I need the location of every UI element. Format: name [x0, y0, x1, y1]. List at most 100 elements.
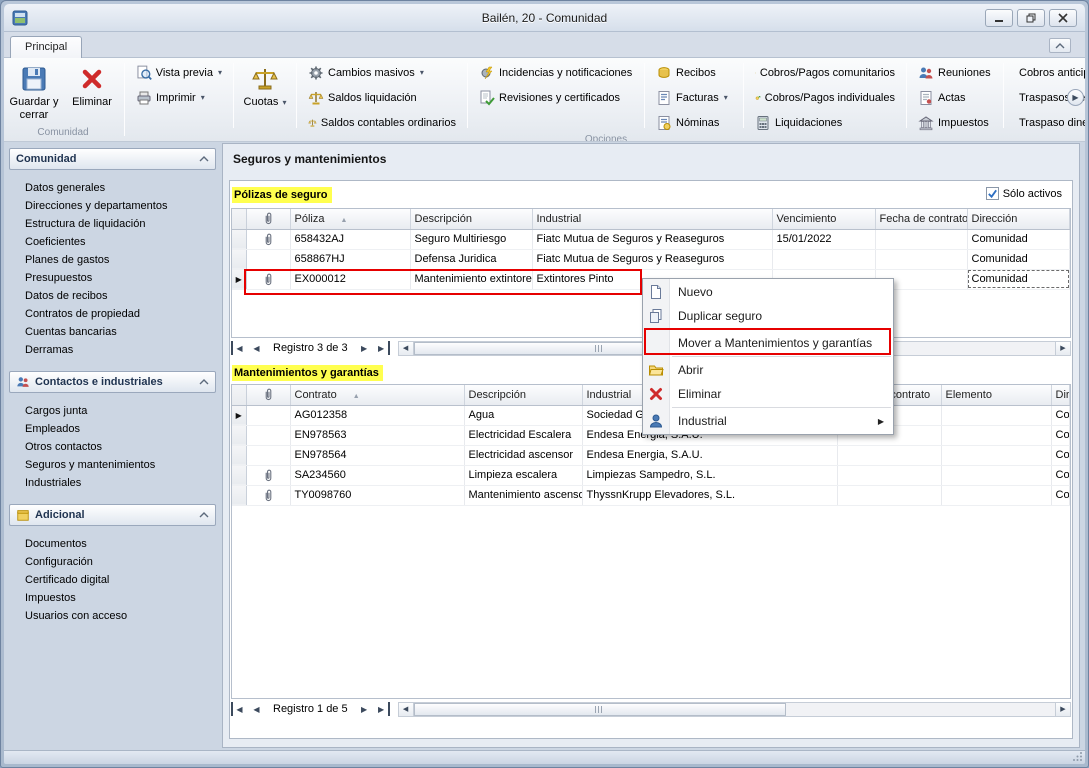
previous-record-button[interactable]: ◀: [248, 341, 265, 355]
previous-record-button[interactable]: ◀: [248, 702, 265, 716]
sidebar-item-usuarios-acceso[interactable]: Usuarios con acceso: [9, 607, 216, 625]
sidebar-section-contactos[interactable]: Contactos e industriales: [9, 371, 216, 393]
recibos-button[interactable]: Recibos: [651, 62, 737, 83]
scrollbar-thumb[interactable]: [414, 703, 786, 716]
save-close-button[interactable]: Guardar y cerrar: [6, 61, 62, 123]
sidebar-item-cuentas-bancarias[interactable]: Cuentas bancarias: [9, 323, 216, 341]
table-row[interactable]: 658867HJ Defensa Juridica Fiatc Mutua de…: [232, 249, 1070, 269]
incidencias-button[interactable]: Incidencias y notificaciones: [474, 62, 638, 83]
menu-item-eliminar[interactable]: Eliminar: [643, 382, 893, 406]
gear-icon: [308, 65, 324, 81]
column-header-elemento[interactable]: Elemento: [941, 385, 1051, 405]
scroll-right-button[interactable]: ▶: [1055, 703, 1070, 716]
sidebar-item-direcciones[interactable]: Direcciones y departamentos: [9, 197, 216, 215]
minimize-icon: [994, 13, 1004, 23]
menu-item-duplicar-seguro[interactable]: Duplicar seguro: [643, 304, 893, 328]
sidebar-item-contratos-propiedad[interactable]: Contratos de propiedad: [9, 305, 216, 323]
liquidaciones-button[interactable]: Liquidaciones: [750, 112, 900, 133]
scroll-right-button[interactable]: ▶: [1055, 342, 1070, 355]
sidebar-item-derramas[interactable]: Derramas: [9, 341, 216, 359]
actas-button[interactable]: Actas: [913, 87, 997, 108]
attachment-cell: [246, 465, 290, 485]
sidebar-item-planes-gastos[interactable]: Planes de gastos: [9, 251, 216, 269]
ribbon-overflow-button[interactable]: ▶: [1067, 89, 1084, 106]
column-header-direccion[interactable]: Dirección: [967, 209, 1070, 229]
column-header-descripcion[interactable]: Descripción: [464, 385, 582, 405]
sidebar-item-seguros-mantenimientos[interactable]: Seguros y mantenimientos: [9, 456, 216, 474]
scroll-left-button[interactable]: ◀: [399, 703, 414, 716]
cell-poliza: 658867HJ: [290, 249, 410, 269]
restore-button[interactable]: [1017, 9, 1045, 27]
menu-item-abrir[interactable]: Abrir: [643, 358, 893, 382]
facturas-button[interactable]: Facturas ▾: [651, 87, 737, 108]
menu-item-nuevo[interactable]: Nuevo: [643, 280, 893, 304]
column-header-industrial[interactable]: Industrial: [532, 209, 772, 229]
impuestos-button[interactable]: Impuestos: [913, 112, 997, 133]
resize-grip-icon[interactable]: [1072, 751, 1083, 762]
horizontal-scrollbar[interactable]: ◀ ▶: [398, 702, 1071, 717]
preview-button[interactable]: Vista previa ▾: [131, 62, 227, 83]
column-header-poliza[interactable]: Póliza▲: [290, 209, 410, 229]
print-button[interactable]: Imprimir ▾: [131, 87, 227, 108]
solo-activos-checkbox[interactable]: Sólo activos: [986, 187, 1062, 200]
close-button[interactable]: [1049, 9, 1077, 27]
sidebar-item-coeficientes[interactable]: Coeficientes: [9, 233, 216, 251]
sidebar-item-empleados[interactable]: Empleados: [9, 420, 216, 438]
first-record-button[interactable]: ◀: [231, 702, 246, 716]
menu-separator: [672, 356, 891, 357]
column-header-direccion[interactable]: Dirección: [1051, 385, 1070, 405]
sidebar-item-impuestos[interactable]: Impuestos: [9, 589, 216, 607]
sidebar-item-certificado-digital[interactable]: Certificado digital: [9, 571, 216, 589]
column-header-vencimiento[interactable]: Vencimiento: [772, 209, 875, 229]
table-row[interactable]: 658432AJ Seguro Multiriesgo Fiatc Mutua …: [232, 229, 1070, 249]
cambios-masivos-button[interactable]: Cambios masivos ▾: [303, 62, 461, 83]
collapse-ribbon-button[interactable]: [1049, 38, 1071, 53]
reuniones-button[interactable]: Reuniones: [913, 62, 997, 83]
column-header-fecha-contrato[interactable]: Fecha de contrato: [875, 209, 967, 229]
saldos-liquidacion-button[interactable]: Saldos liquidación: [303, 87, 461, 108]
delete-button[interactable]: Eliminar: [64, 61, 120, 123]
attachment-column-header[interactable]: [246, 385, 290, 405]
window-title: Bailén, 20 - Comunidad: [4, 11, 1085, 25]
tab-principal[interactable]: Principal: [10, 36, 82, 58]
sidebar-item-otros-contactos[interactable]: Otros contactos: [9, 438, 216, 456]
cuotas-button[interactable]: Cuotas ▾: [237, 61, 293, 130]
attachment-column-header[interactable]: [246, 209, 290, 229]
last-record-button[interactable]: ▶: [375, 341, 390, 355]
sidebar-item-datos-generales[interactable]: Datos generales: [9, 179, 216, 197]
saldos-contables-button[interactable]: Saldos contables ordinarios: [303, 112, 461, 133]
scrollbar-track[interactable]: [414, 703, 1055, 716]
page-title: Seguros y mantenimientos: [233, 152, 386, 166]
table-row[interactable]: TY0098760 Mantenimiento ascensor ThyssnK…: [232, 485, 1070, 505]
cobros-anticipados-button[interactable]: Cobros anticipad: [1010, 62, 1081, 83]
sidebar-item-configuracion[interactable]: Configuración: [9, 553, 216, 571]
table-row[interactable]: EN978564 Electricidad ascensor Endesa En…: [232, 445, 1070, 465]
sidebar-item-cargos-junta[interactable]: Cargos junta: [9, 402, 216, 420]
sidebar-item-presupuestos[interactable]: Presupuestos: [9, 269, 216, 287]
first-record-button[interactable]: ◀: [231, 341, 246, 355]
sidebar-item-documentos[interactable]: Documentos: [9, 535, 216, 553]
scroll-left-button[interactable]: ◀: [399, 342, 414, 355]
cobros-pagos-individuales-button[interactable]: Cobros/Pagos individuales: [750, 87, 900, 108]
minimize-button[interactable]: [985, 9, 1013, 27]
sidebar-item-datos-recibos[interactable]: Datos de recibos: [9, 287, 216, 305]
menu-item-industrial[interactable]: Industrial ▶: [643, 409, 893, 433]
sidebar-item-estructura-liquidacion[interactable]: Estructura de liquidación: [9, 215, 216, 233]
ribbon-group-comunidad: Guardar y cerrar Eliminar Comunidad: [4, 58, 122, 141]
nominas-button[interactable]: Nóminas: [651, 112, 737, 133]
ribbon-separator: [1003, 63, 1004, 128]
next-record-button[interactable]: ▶: [356, 341, 373, 355]
traspaso-dinero-individual-button[interactable]: Traspaso dinero i: [1010, 112, 1081, 133]
cell-industrial: ThyssnKrupp Elevadores, S.L.: [582, 485, 837, 505]
column-header-descripcion[interactable]: Descripción: [410, 209, 532, 229]
next-record-button[interactable]: ▶: [356, 702, 373, 716]
sidebar-section-adicional[interactable]: Adicional: [9, 504, 216, 526]
sidebar-section-comunidad[interactable]: Comunidad: [9, 148, 216, 170]
cell-descripcion: Electricidad Escalera: [464, 425, 582, 445]
revisiones-button[interactable]: Revisiones y certificados: [474, 87, 638, 108]
sidebar-item-industriales[interactable]: Industriales: [9, 474, 216, 492]
table-row[interactable]: SA234560 Limpieza escalera Limpiezas Sam…: [232, 465, 1070, 485]
cobros-pagos-comunitarios-button[interactable]: Cobros/Pagos comunitarios: [750, 62, 900, 83]
last-record-button[interactable]: ▶: [375, 702, 390, 716]
column-header-contrato[interactable]: Contrato▲: [290, 385, 464, 405]
